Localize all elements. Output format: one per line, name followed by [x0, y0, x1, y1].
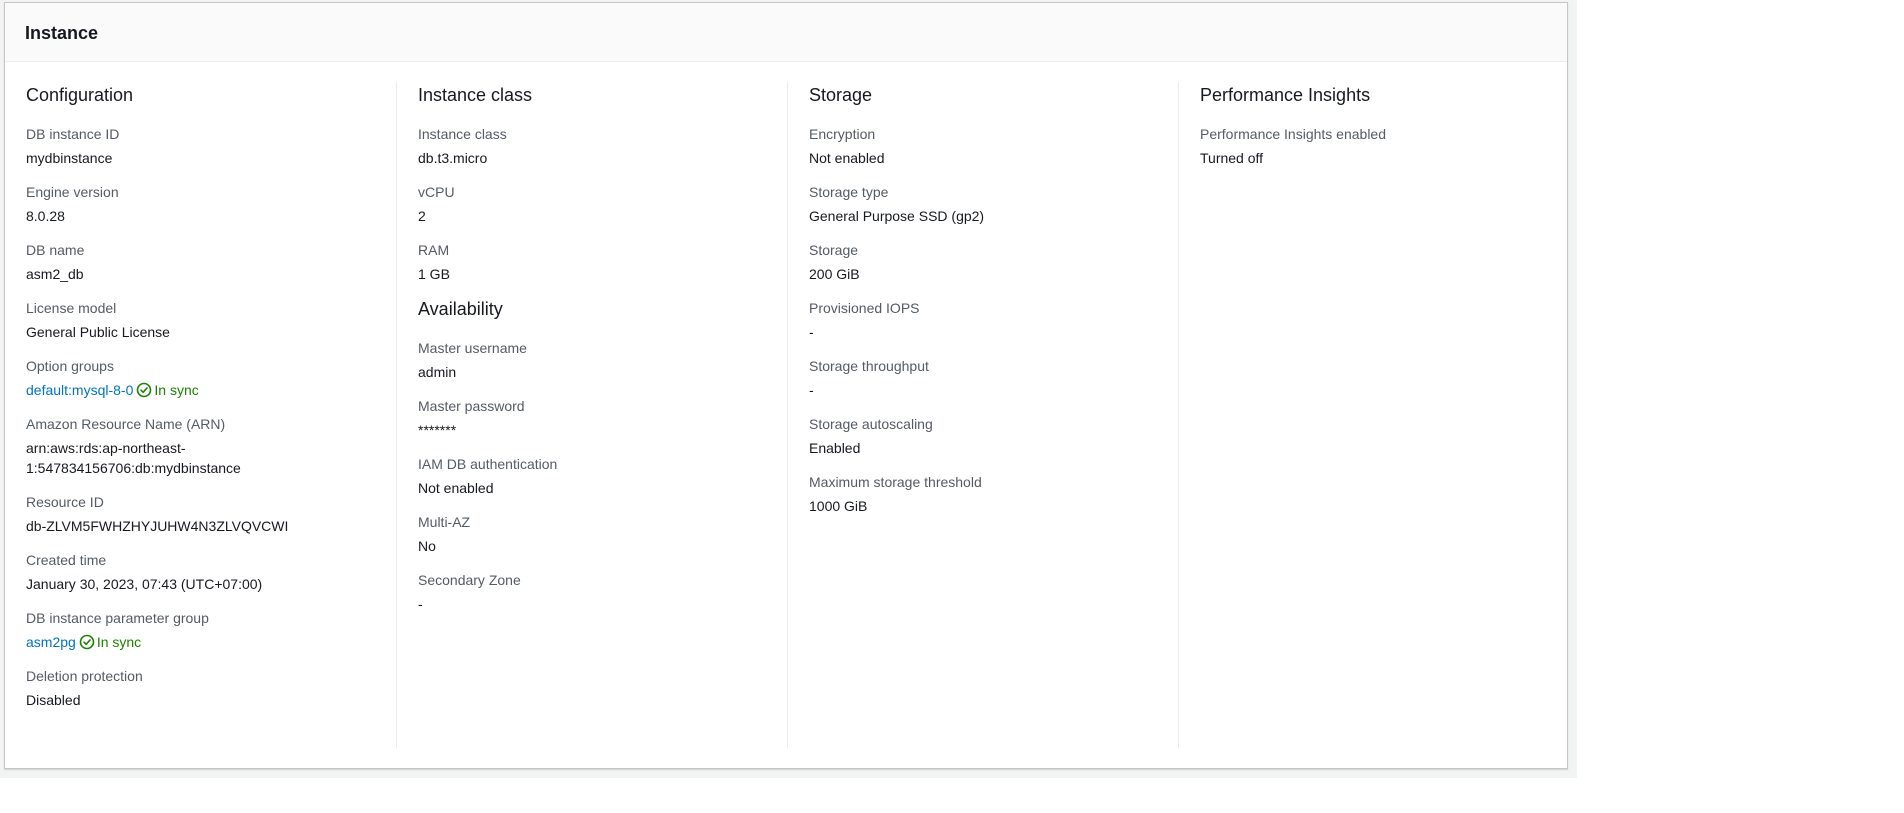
db-name-field: DB name asm2_db [26, 241, 375, 284]
instance-class-column: Instance class Instance class db.t3.micr… [396, 82, 766, 748]
field-label: License model [26, 300, 117, 316]
field-label: Multi-AZ [418, 514, 471, 530]
field-value: Not enabled [418, 480, 494, 496]
field-value: 1 GB [418, 266, 450, 282]
field-label: Option groups [26, 358, 114, 374]
performance-insights-enabled-field: Performance Insights enabled Turned off [1200, 125, 1548, 168]
field-value: 2 [418, 208, 426, 224]
field-label: Master password [418, 398, 525, 414]
instance-panel: Instance Configuration DB instance ID my… [4, 2, 1568, 769]
field-value: General Purpose SSD (gp2) [809, 208, 985, 224]
encryption-field: Encryption Not enabled [809, 125, 1157, 168]
iam-auth-field: IAM DB authentication Not enabled [418, 455, 766, 498]
field-value: Enabled [809, 440, 861, 456]
status-badge: In sync [96, 634, 142, 650]
field-value: 1000 GiB [809, 498, 868, 514]
storage-column: Storage Encryption Not enabled Storage t… [787, 82, 1157, 748]
option-group-link[interactable]: default:mysql-8-0 [26, 382, 133, 398]
field-value: db.t3.micro [418, 150, 488, 166]
field-label: IAM DB authentication [418, 456, 558, 472]
panel-header: Instance [5, 3, 1567, 62]
field-value: General Public License [26, 324, 170, 340]
field-value: 8.0.28 [26, 208, 65, 224]
instance-class-field: Instance class db.t3.micro [418, 125, 766, 168]
field-label: Amazon Resource Name (ARN) [26, 416, 226, 432]
engine-version-field: Engine version 8.0.28 [26, 183, 375, 226]
field-value: January 30, 2023, 07:43 (UTC+07:00) [26, 576, 263, 592]
performance-insights-column: Performance Insights Performance Insight… [1178, 82, 1548, 748]
field-value: 200 GiB [809, 266, 860, 282]
vcpu-field: vCPU 2 [418, 183, 766, 226]
db-instance-id-field: DB instance ID mydbinstance [26, 125, 375, 168]
instance-class-title: Instance class [418, 85, 533, 105]
field-label: RAM [418, 242, 450, 258]
field-value: Disabled [26, 692, 81, 708]
field-label: Storage throughput [809, 358, 929, 374]
option-groups-field: Option groups default:mysql-8-0 In sync [26, 357, 375, 400]
availability-title: Availability [418, 299, 503, 319]
storage-autoscaling-field: Storage autoscaling Enabled [809, 415, 1157, 458]
status-badge: In sync [154, 382, 199, 398]
field-value: asm2_db [26, 266, 84, 282]
field-value: Not enabled [809, 150, 885, 166]
resource-id-field: Resource ID db-ZLVM5FWHZHYJUHW4N3ZLVQVCW… [26, 493, 375, 536]
multi-az-field: Multi-AZ No [418, 513, 766, 556]
field-value: - [809, 324, 814, 340]
field-value: mydbinstance [26, 150, 113, 166]
configuration-title: Configuration [26, 85, 134, 105]
field-label: Master username [418, 340, 527, 356]
panel-title: Instance [25, 23, 99, 43]
field-label: Instance class [418, 126, 507, 142]
storage-title: Storage [809, 85, 873, 105]
field-label: DB name [26, 242, 85, 258]
deletion-protection-field: Deletion protection Disabled [26, 667, 375, 710]
field-label: Storage [809, 242, 859, 258]
field-value: default:mysql-8-0 In sync [26, 380, 375, 400]
field-label: Storage type [809, 184, 889, 200]
configuration-column: Configuration DB instance ID mydbinstanc… [5, 82, 375, 748]
field-value: asm2pg In sync [26, 632, 375, 652]
field-value: db-ZLVM5FWHZHYJUHW4N3ZLVQVCWI [26, 518, 289, 534]
page-background: Instance Configuration DB instance ID my… [0, 0, 1577, 778]
storage-size-field: Storage 200 GiB [809, 241, 1157, 284]
max-storage-threshold-field: Maximum storage threshold 1000 GiB [809, 473, 1157, 516]
ram-field: RAM 1 GB [418, 241, 766, 284]
field-label: Performance Insights enabled [1200, 126, 1386, 142]
check-circle-icon [136, 382, 152, 398]
panel-columns: Configuration DB instance ID mydbinstanc… [5, 82, 1567, 748]
performance-insights-title: Performance Insights [1200, 85, 1371, 105]
field-value: ******* [418, 422, 457, 438]
license-model-field: License model General Public License [26, 299, 375, 342]
field-label: Created time [26, 552, 107, 568]
field-value: admin [418, 364, 457, 380]
parameter-group-link[interactable]: asm2pg [26, 634, 76, 650]
field-label: DB instance parameter group [26, 610, 209, 626]
field-label: Maximum storage threshold [809, 474, 982, 490]
arn-field: Amazon Resource Name (ARN) arn:aws:rds:a… [26, 415, 375, 478]
secondary-zone-field: Secondary Zone - [418, 571, 766, 614]
field-label: vCPU [418, 184, 455, 200]
storage-throughput-field: Storage throughput - [809, 357, 1157, 400]
field-label: Provisioned IOPS [809, 300, 920, 316]
field-value: arn:aws:rds:ap-northeast- 1:547834156706:… [26, 440, 241, 476]
check-circle-icon [79, 634, 95, 650]
created-time-field: Created time January 30, 2023, 07:43 (UT… [26, 551, 375, 594]
field-label: Storage autoscaling [809, 416, 933, 432]
master-password-field: Master password ******* [418, 397, 766, 440]
field-value: - [809, 382, 814, 398]
field-label: DB instance ID [26, 126, 120, 142]
field-label: Engine version [26, 184, 119, 200]
field-label: Secondary Zone [418, 572, 521, 588]
storage-type-field: Storage type General Purpose SSD (gp2) [809, 183, 1157, 226]
field-label: Resource ID [26, 494, 104, 510]
field-value: - [418, 596, 423, 612]
master-username-field: Master username admin [418, 339, 766, 382]
field-value: No [418, 538, 436, 554]
provisioned-iops-field: Provisioned IOPS - [809, 299, 1157, 342]
field-value: Turned off [1200, 150, 1264, 166]
field-label: Deletion protection [26, 668, 143, 684]
field-label: Encryption [809, 126, 876, 142]
parameter-group-field: DB instance parameter group asm2pg In syn… [26, 609, 375, 652]
